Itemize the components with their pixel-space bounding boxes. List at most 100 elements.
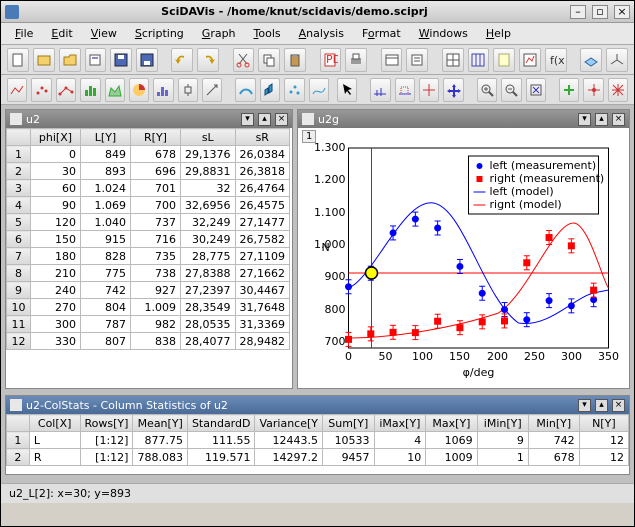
toolbar-main: PDF f(x) xyxy=(1,45,634,75)
sub-close-button[interactable]: × xyxy=(275,113,288,126)
plot-vectors-button[interactable] xyxy=(202,78,222,102)
menu-format[interactable]: Format xyxy=(354,25,409,42)
add-layer-button[interactable] xyxy=(559,78,579,102)
open-template-button[interactable] xyxy=(85,48,107,72)
menu-tools[interactable]: Tools xyxy=(246,25,289,42)
window-titlebar: SciDAVis - /home/knut/scidavis/demo.scip… xyxy=(1,1,634,23)
menu-file[interactable]: File xyxy=(7,25,41,42)
plot-bars-button[interactable] xyxy=(80,78,100,102)
results-log-button[interactable] xyxy=(406,48,428,72)
new-3d-plot-button[interactable] xyxy=(606,48,628,72)
new-note-button[interactable] xyxy=(493,48,515,72)
plot-area[interactable]: 1 1.300 1.200 1.100 1.000 900 800 700 xyxy=(298,128,629,388)
select-data-range-button[interactable] xyxy=(395,78,415,102)
rescale-button[interactable] xyxy=(526,78,546,102)
chart-svg: 1.300 1.200 1.100 1.000 900 800 700 0 50… xyxy=(298,128,629,388)
menu-help[interactable]: Help xyxy=(478,25,519,42)
svg-text:300: 300 xyxy=(561,350,582,363)
new-folder-button[interactable] xyxy=(33,48,55,72)
svg-text:1.000: 1.000 xyxy=(314,238,346,251)
table-window-u2[interactable]: u2 ▾ ▴ × phi[X]L[Y]R[Y]sLsR1084967829,13… xyxy=(5,109,293,389)
plot-area-button[interactable] xyxy=(105,78,125,102)
svg-text:left (measurement): left (measurement) xyxy=(490,159,597,172)
plot-box-button[interactable] xyxy=(178,78,198,102)
sub-minimize-button[interactable]: ▾ xyxy=(578,113,591,126)
menu-view[interactable]: View xyxy=(83,25,125,42)
sub-close-button[interactable]: × xyxy=(612,113,625,126)
menu-scripting[interactable]: Scripting xyxy=(127,25,192,42)
auto-layer-button[interactable] xyxy=(608,78,628,102)
svg-text:right (measurement): right (measurement) xyxy=(490,172,605,185)
menu-graph[interactable]: Graph xyxy=(194,25,244,42)
export-pdf-button[interactable]: PDF xyxy=(320,48,342,72)
open-button[interactable] xyxy=(59,48,81,72)
svg-text:0: 0 xyxy=(345,350,352,363)
svg-text:200: 200 xyxy=(487,350,508,363)
new-matrix-button[interactable] xyxy=(468,48,490,72)
colstats-table[interactable]: Col[X]Rows[Y]Mean[Y]StandardDVariance[YS… xyxy=(6,414,629,466)
pointer-tool-button[interactable] xyxy=(337,78,357,102)
svg-text:N: N xyxy=(322,241,330,254)
screen-reader-button[interactable] xyxy=(419,78,439,102)
data-table-u2[interactable]: phi[X]L[Y]R[Y]sLsR1084967829,137626,0384… xyxy=(6,128,290,350)
plot-3d-scatter-button[interactable] xyxy=(284,78,304,102)
graph-window-titlebar[interactable]: u2g ▾ ▴ × xyxy=(298,110,629,128)
plot-line-button[interactable] xyxy=(7,78,27,102)
colstats-titlebar[interactable]: u2-ColStats - Column Statistics of u2 ▾ … xyxy=(6,396,629,414)
table-window-title: u2 xyxy=(26,113,40,126)
menu-windows[interactable]: Windows xyxy=(411,25,476,42)
colstats-title: u2-ColStats - Column Statistics of u2 xyxy=(26,399,228,412)
table-window-titlebar[interactable]: u2 ▾ ▴ × xyxy=(6,110,292,128)
colstats-window[interactable]: u2-ColStats - Column Statistics of u2 ▾ … xyxy=(5,395,630,475)
status-bar: u2_L[2]: x=30; y=893 xyxy=(1,483,634,503)
maximize-button[interactable]: ▫ xyxy=(592,5,608,19)
plot-3d-trajectory-button[interactable] xyxy=(309,78,329,102)
sub-close-button[interactable]: × xyxy=(612,399,625,412)
copy-button[interactable] xyxy=(258,48,280,72)
sub-maximize-button[interactable]: ▴ xyxy=(258,113,271,126)
plot-histogram-button[interactable] xyxy=(153,78,173,102)
svg-text:350: 350 xyxy=(598,350,619,363)
plot-pie-button[interactable] xyxy=(129,78,149,102)
new-table-button[interactable] xyxy=(442,48,464,72)
new-project-button[interactable] xyxy=(7,48,29,72)
svg-text:800: 800 xyxy=(325,303,346,316)
save-button[interactable] xyxy=(110,48,132,72)
status-text: u2_L[2]: x=30; y=893 xyxy=(9,487,131,500)
close-button[interactable]: × xyxy=(614,5,630,19)
workspace: u2 ▾ ▴ × phi[X]L[Y]R[Y]sLsR1084967829,13… xyxy=(1,105,634,483)
sub-maximize-button[interactable]: ▴ xyxy=(595,113,608,126)
sub-minimize-button[interactable]: ▾ xyxy=(241,113,254,126)
new-function-plot-button[interactable]: f(x) xyxy=(545,48,567,72)
svg-text:φ/deg: φ/deg xyxy=(463,366,495,379)
redo-button[interactable] xyxy=(197,48,219,72)
save-template-button[interactable] xyxy=(136,48,158,72)
graph-window-u2g[interactable]: u2g ▾ ▴ × 1 1.300 1.200 1.100 1.000 900 xyxy=(297,109,630,389)
menu-analysis[interactable]: Analysis xyxy=(291,25,352,42)
new-graph-button[interactable] xyxy=(519,48,541,72)
sub-minimize-button[interactable]: ▾ xyxy=(578,399,591,412)
svg-text:1.200: 1.200 xyxy=(314,173,346,186)
move-data-button[interactable] xyxy=(443,78,463,102)
arrange-layers-button[interactable] xyxy=(583,78,603,102)
paste-button[interactable] xyxy=(284,48,306,72)
undo-button[interactable] xyxy=(171,48,193,72)
plot-scatter-button[interactable] xyxy=(31,78,51,102)
zoom-in-button[interactable] xyxy=(477,78,497,102)
toolbar-plot xyxy=(1,75,634,105)
plot-line-symbol-button[interactable] xyxy=(56,78,76,102)
zoom-out-button[interactable] xyxy=(501,78,521,102)
data-reader-button[interactable] xyxy=(370,78,390,102)
graph-icon xyxy=(302,113,314,125)
menu-edit[interactable]: Edit xyxy=(43,25,80,42)
print-button[interactable] xyxy=(345,48,367,72)
minimize-button[interactable]: – xyxy=(570,5,586,19)
project-explorer-button[interactable] xyxy=(381,48,403,72)
legend: left (measurement) right (measurement) l… xyxy=(469,156,605,214)
sub-maximize-button[interactable]: ▴ xyxy=(595,399,608,412)
svg-text:1.100: 1.100 xyxy=(314,206,346,219)
plot-3d-bars-button[interactable] xyxy=(260,78,280,102)
plot-3d-ribbon-button[interactable] xyxy=(235,78,255,102)
new-3d-surface-button[interactable] xyxy=(580,48,602,72)
cut-button[interactable] xyxy=(233,48,255,72)
